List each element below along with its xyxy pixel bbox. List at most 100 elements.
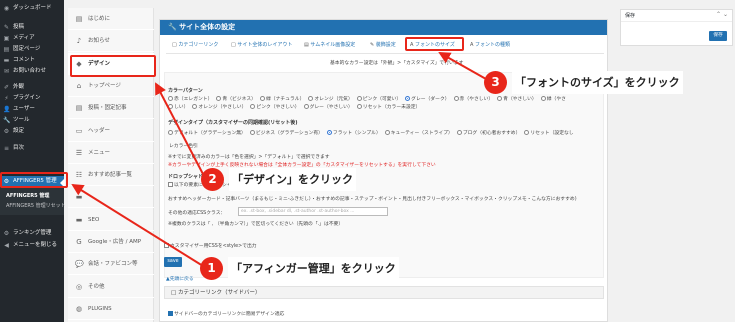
checkbox[interactable] [164, 243, 169, 248]
radio-option[interactable]: 青（ビジネス） [216, 96, 256, 102]
settings-tab[interactable]: ▬ [68, 186, 154, 209]
back-to-top-link[interactable]: ▲先頭に戻る [166, 275, 194, 282]
color-pattern-heading: カラーパターン [168, 88, 203, 94]
admin-menu-item[interactable]: ▤ 固定ページ [0, 44, 64, 55]
radio-label: 青（やさしい） [503, 97, 537, 102]
section-subnav: □ カテゴリーリンク □ サイト全体のレイアウト ▤ サムネイル画像設定 ✎ 装飾設定… [166, 40, 606, 51]
settings-tab[interactable]: ⌂ トップページ [68, 75, 154, 97]
settings-tab-label: 投稿・固定記事 [88, 105, 127, 112]
radio-option[interactable]: ピンク（可愛い） [356, 96, 401, 102]
radio-option[interactable]: オレンジ（元気） [308, 96, 353, 102]
radio-option[interactable]: ブログ（初心者おすすめ） [456, 130, 520, 136]
radio-option[interactable]: 赤（やさしい） [453, 96, 493, 102]
admin-menu-label: ツール [13, 117, 30, 123]
radio-button[interactable] [250, 104, 256, 109]
admin-menu-item[interactable]: ◉ ダッシュボード [0, 3, 64, 14]
radio-button[interactable] [192, 104, 198, 109]
admin-menu-item[interactable]: ⚙ 設定 [0, 126, 64, 137]
admin-menu-item[interactable]: ≡ 目次 [0, 143, 64, 154]
radio-button[interactable] [356, 96, 362, 101]
admin-menu-label: コメント [13, 57, 36, 63]
css-class-input[interactable]: ex. .st-box, .sidebar dl, .st-author .st… [238, 207, 388, 216]
design-warning: ※カラーやデザインが上手く反映されない場合は「全体カラー設定」の「カスタマイザー… [168, 163, 436, 168]
radio-button[interactable] [524, 130, 530, 135]
admin-menu-item[interactable]: ✎ 投稿 [0, 22, 64, 33]
radio-button[interactable] [168, 96, 173, 101]
radio-option[interactable]: ビジネス（グラデーション有） [249, 130, 323, 136]
admin-menu-item[interactable]: 🔧 ツール [0, 115, 64, 126]
subnav-link[interactable]: ▤ サムネイル画像設定 [304, 40, 355, 51]
admin-menu-item[interactable]: ◀ メニューを閉じる [0, 240, 64, 251]
subnav-link[interactable]: □ カテゴリーリンク [172, 40, 218, 51]
customizer-css-checkbox[interactable]: カスタマイザー用CSSを<style>で出力 [164, 243, 257, 251]
admin-menu-label: お問い合わせ [13, 68, 47, 74]
settings-tab[interactable]: ▤ はじめに [68, 8, 154, 30]
radio-button[interactable] [405, 96, 411, 101]
admin-menu-item[interactable]: ⚙ ランキング管理 [0, 228, 64, 239]
subnav-link[interactable]: ✎ 装飾設定 [370, 40, 396, 51]
subnav-link[interactable]: □ サイト全体のレイアウト [231, 40, 292, 51]
settings-tab[interactable]: ☰ メニュー [68, 142, 154, 164]
settings-tab[interactable]: 💬 会話・ファビコン等 [68, 253, 154, 276]
radio-button[interactable] [540, 96, 546, 101]
admin-menu-item[interactable]: ✐ 外観 [0, 82, 64, 93]
radio-button[interactable] [216, 96, 222, 101]
radio-option[interactable]: フラット（シンプル） [326, 130, 381, 136]
admin-submenu-item[interactable]: AFFINGER5 管理リセット [0, 201, 66, 211]
radio-button[interactable] [259, 96, 265, 101]
subnav-link[interactable]: A フォントの種類 [470, 40, 510, 51]
sidebar-category-checkbox[interactable]: サイドバーのカテゴリーリンクに簡易デザイン適応 [168, 310, 284, 317]
radio-option[interactable]: デフォルト（グラデーション無） [168, 130, 246, 136]
color-pattern-row: しい） オレンジ（やさしい） ピンク（やさしい） グレー（やさしい） リセット（カラー未… [168, 104, 424, 112]
radio-button[interactable] [249, 130, 255, 135]
admin-menu-item[interactable]: ▬ コメント [0, 55, 64, 66]
radio-button[interactable] [303, 104, 309, 109]
radio-button[interactable] [168, 130, 173, 135]
radio-option[interactable]: 緑（ナチュラル） [259, 96, 304, 102]
settings-tab[interactable]: ☷ おすすめ記事一覧 [68, 164, 154, 187]
radio-option[interactable]: リセット（設定なし [524, 130, 574, 136]
radio-option[interactable]: 赤（エレガント） [168, 96, 212, 102]
radio-button[interactable] [326, 130, 332, 135]
radio-option[interactable]: リセット（カラー未設定） [356, 104, 420, 110]
radio-label: デフォルト（グラデーション無） [174, 131, 246, 136]
settings-tab[interactable]: ◎ その他 [68, 276, 154, 298]
radio-button[interactable] [308, 96, 314, 101]
css-class-label: その他の適応CSSクラス： [168, 211, 226, 216]
radio-button[interactable] [384, 130, 390, 135]
radio-option[interactable]: 緑（やさ [540, 96, 566, 102]
radio-button[interactable] [453, 96, 459, 101]
admin-menu-item[interactable]: 👤 ユーザー [0, 104, 64, 115]
radio-option[interactable]: グレー（やさしい） [303, 104, 353, 110]
admin-menu-item[interactable]: ⚡ プラグイン [0, 93, 64, 104]
radio-button[interactable] [356, 104, 362, 109]
admin-submenu-item[interactable]: AFFINGER5 管理 [0, 191, 64, 201]
settings-tab[interactable]: G Google・広告 / AMP [68, 231, 154, 253]
settings-tab[interactable]: ♪ お知らせ [68, 30, 154, 53]
settings-tab[interactable]: ▭ ヘッダー [68, 120, 154, 142]
chevron-icon[interactable]: ⌃ ⌄ [716, 11, 728, 18]
radio-option[interactable]: オレンジ（やさしい） [192, 104, 246, 110]
radio-button[interactable] [168, 104, 173, 109]
ranking-icon: ⚙ [3, 230, 10, 237]
save-button[interactable]: save [164, 257, 182, 267]
radio-option[interactable]: ピンク（やさしい） [250, 104, 300, 110]
radio-option[interactable]: キューティー（ストライプ） [384, 130, 453, 136]
save-button[interactable]: 保存 [709, 31, 727, 41]
checkbox[interactable] [168, 182, 173, 187]
admin-menu-label: 目次 [13, 145, 25, 151]
settings-tab[interactable]: ◍ PLUGINS [68, 298, 154, 320]
radio-option[interactable]: グレー（ダーク） [405, 96, 450, 102]
settings-tab[interactable]: ▤ 投稿・固定記事 [68, 97, 154, 120]
admin-menu-item[interactable]: ✉ お問い合わせ [0, 66, 64, 77]
step-number: 1 [200, 257, 223, 280]
radio-button[interactable] [497, 96, 503, 101]
radio-option[interactable]: しい） [168, 104, 188, 110]
radio-option[interactable]: 青（やさしい） [497, 96, 537, 102]
divider [621, 21, 732, 22]
admin-menu-item[interactable]: ▣ メディア [0, 33, 64, 44]
radio-button[interactable] [456, 130, 462, 135]
checkbox[interactable] [168, 311, 173, 316]
settings-tab[interactable]: ▬ SEO [68, 209, 154, 231]
dashboard-icon: ◉ [3, 5, 10, 12]
